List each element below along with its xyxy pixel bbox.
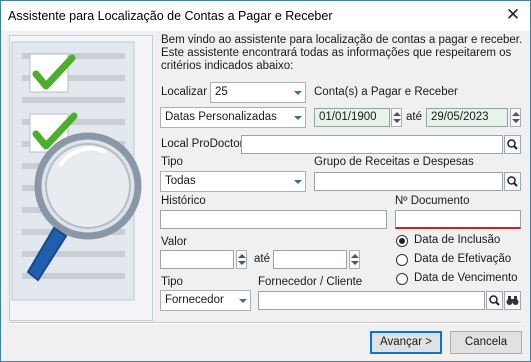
- date-from-field[interactable]: 01/01/1900: [314, 108, 390, 127]
- down-arrow-icon[interactable]: [351, 261, 359, 265]
- localizar-suffix: Conta(s) a Pagar e Receber: [314, 86, 458, 98]
- up-arrow-icon[interactable]: [238, 254, 246, 258]
- radio-label: Data de Vencimento: [414, 272, 518, 284]
- checklist-magnifier-icon: [10, 36, 152, 320]
- search-icon: [507, 139, 518, 150]
- date-to-stepper[interactable]: [510, 108, 521, 127]
- local-label: Local ProDoctor: [161, 138, 244, 150]
- window-title: Assistente para Localização de Contas a …: [8, 9, 333, 23]
- intro-text: Bem vindo ao assistente para localização…: [161, 34, 523, 72]
- grupo-input[interactable]: [314, 172, 503, 191]
- down-arrow-icon[interactable]: [512, 119, 520, 123]
- tipo2-combo[interactable]: Fornecedor: [160, 290, 251, 311]
- down-arrow-icon[interactable]: [393, 119, 401, 123]
- tipo-label: Tipo: [161, 156, 183, 168]
- chevron-down-icon[interactable]: [289, 172, 305, 191]
- up-arrow-icon[interactable]: [351, 254, 359, 258]
- valor-to-stepper[interactable]: [349, 250, 360, 269]
- localizar-label: Localizar: [161, 86, 208, 98]
- fornecedor-advanced-search-button[interactable]: [504, 291, 521, 310]
- chevron-down-icon[interactable]: [289, 83, 305, 102]
- documento-label: Nº Documento: [395, 195, 470, 207]
- tipo-value: Todas: [165, 175, 196, 187]
- radio-label: Data de Efetivação: [414, 253, 512, 265]
- valor-ate-label: até: [254, 253, 270, 265]
- close-icon[interactable]: ✕: [502, 4, 524, 26]
- tipo2-value: Fornecedor: [165, 294, 224, 306]
- grupo-search-button[interactable]: [504, 172, 521, 191]
- wizard-illustration: [9, 35, 153, 321]
- period-value: Datas Personalizadas: [165, 111, 277, 123]
- date-range-ate-label: até: [406, 111, 422, 123]
- search-icon: [507, 176, 518, 187]
- up-arrow-icon[interactable]: [512, 112, 520, 116]
- period-combo[interactable]: Datas Personalizadas: [160, 107, 306, 128]
- radio-data-vencimento[interactable]: Data de Vencimento: [396, 272, 526, 288]
- documento-input[interactable]: [395, 210, 521, 229]
- radio-label: Data de Inclusão: [414, 234, 501, 246]
- cancel-button[interactable]: Cancela: [450, 331, 522, 354]
- tipo-combo[interactable]: Todas: [160, 171, 306, 192]
- binoculars-icon: [506, 296, 519, 305]
- date-from-stepper[interactable]: [391, 108, 402, 127]
- fornecedor-search-button[interactable]: [486, 291, 503, 310]
- radio-button[interactable]: [396, 273, 408, 285]
- localizar-count-value: 25: [215, 86, 228, 98]
- title-bar: Assistente para Localização de Contas a …: [1, 1, 530, 31]
- radio-data-inclusao[interactable]: Data de Inclusão: [396, 234, 526, 250]
- historico-label: Histórico: [161, 195, 206, 207]
- local-input[interactable]: [241, 135, 503, 154]
- valor-to-input[interactable]: [273, 250, 347, 269]
- down-arrow-icon[interactable]: [238, 261, 246, 265]
- fornecedor-input[interactable]: [258, 291, 485, 310]
- tipo2-label: Tipo: [161, 276, 183, 288]
- up-arrow-icon[interactable]: [393, 112, 401, 116]
- radio-data-efetivacao[interactable]: Data de Efetivação: [396, 253, 526, 269]
- next-button[interactable]: Avançar >: [370, 331, 442, 354]
- dialog-body: Bem vindo ao assistente para localização…: [1, 31, 530, 361]
- radio-button-selected[interactable]: [396, 235, 408, 247]
- footer-divider: [9, 322, 521, 324]
- grupo-label: Grupo de Receitas e Despesas: [314, 156, 474, 168]
- radio-button[interactable]: [396, 254, 408, 266]
- historico-input[interactable]: [160, 210, 387, 229]
- valor-from-stepper[interactable]: [236, 250, 247, 269]
- local-search-button[interactable]: [504, 135, 521, 154]
- search-icon: [489, 295, 500, 306]
- date-to-field[interactable]: 29/05/2023: [426, 108, 508, 127]
- chevron-down-icon[interactable]: [289, 108, 305, 127]
- localizar-count-combo[interactable]: 25: [210, 82, 306, 103]
- fornecedor-label: Fornecedor / Cliente: [258, 276, 363, 288]
- valor-from-input[interactable]: [160, 250, 234, 269]
- dialog-window: Assistente para Localização de Contas a …: [0, 0, 531, 362]
- valor-label: Valor: [161, 236, 187, 248]
- chevron-down-icon[interactable]: [234, 291, 250, 310]
